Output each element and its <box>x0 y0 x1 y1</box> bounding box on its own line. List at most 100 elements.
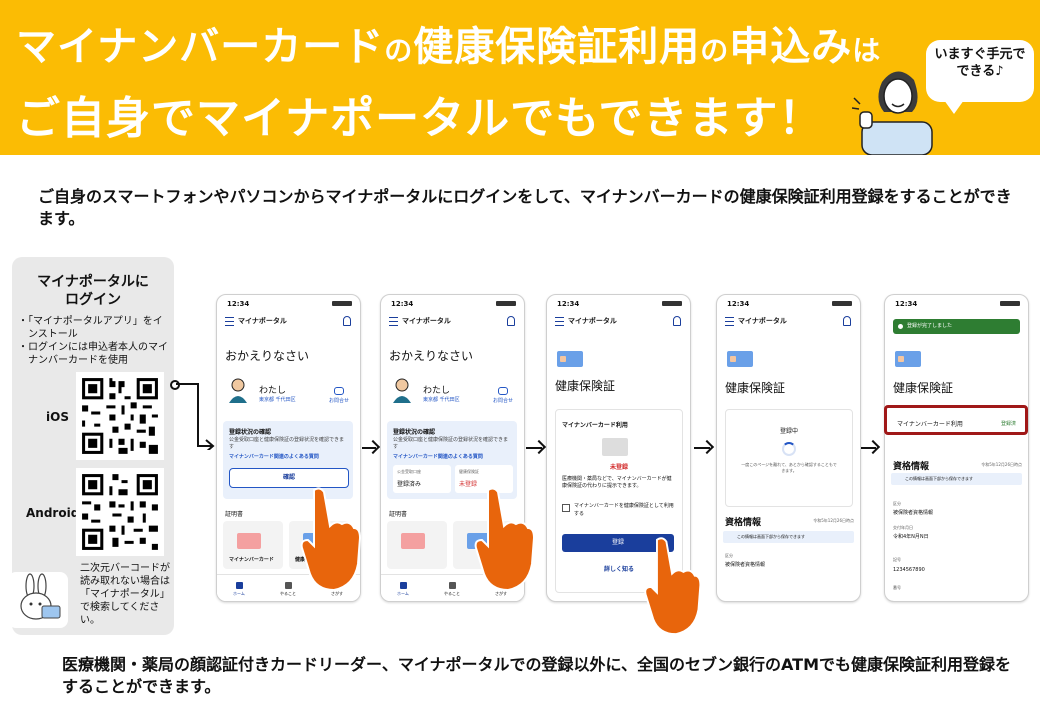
status-title: 登録状況の確認 <box>229 429 272 436</box>
ios-label: iOS <box>46 410 69 424</box>
field-value: 1234567890 <box>893 567 925 573</box>
status-time: 12:34 <box>895 300 918 308</box>
field-value: 令和4年N月N日 <box>893 534 929 540</box>
card-image <box>237 533 261 549</box>
faq-link[interactable]: マイナンバーカード関連のよくある質問 <box>393 453 483 460</box>
tap-hand-icon <box>644 537 702 636</box>
note-item: ・「マイナポータルアプリ」をインストール <box>18 316 163 340</box>
info-note: この情報は画面下部から保存できます <box>891 473 1022 485</box>
field-label: 区分 <box>893 501 901 506</box>
contact-link[interactable]: お問合せ <box>326 387 352 404</box>
wait-text: 一度このページを離れて、あとから確認することもできます。 <box>741 462 837 473</box>
info-note: この情報は画面下部から保存できます <box>723 531 854 543</box>
app-header: マイナポータル <box>547 311 690 331</box>
woman-illustration <box>852 71 933 155</box>
menu-icon[interactable] <box>725 317 734 326</box>
ios-qr-code[interactable] <box>76 372 164 460</box>
avatar <box>393 378 411 403</box>
tap-hand-icon <box>474 487 536 592</box>
signal-icon <box>832 301 852 306</box>
bell-icon[interactable] <box>343 316 351 326</box>
user-name: わたし <box>423 386 451 396</box>
qr-fallback-note: 二次元バーコードが読み取れない場合は「マイナポータル」で検索してください。 <box>80 563 170 626</box>
welcome-text: おかえりなさい <box>225 349 310 363</box>
login-notes: ・「マイナポータルアプリ」をインストール ・ログインには申込者本人のマイナンバー… <box>18 315 172 367</box>
card-image <box>401 533 425 549</box>
arrow-icon <box>694 447 710 449</box>
app-title: マイナポータル <box>568 317 617 325</box>
description: 医療機関・薬局などで、マイナンバーカードが健康保険証の代わりに提示できます。 <box>562 476 672 489</box>
mascot-icon <box>8 572 68 628</box>
page-title: 健康保険証 <box>725 381 786 395</box>
field-label: 区分 <box>725 553 733 558</box>
registering-text: 登録中 <box>779 428 798 435</box>
section-title: 資格情報 <box>893 462 930 472</box>
status-text: 公金受取口座と健康保険証の登録状況を確認できます <box>393 437 509 450</box>
section-date: 令和5年12月26日時点 <box>813 518 854 523</box>
signal-icon <box>1000 301 1020 306</box>
android-label: Android <box>26 506 80 520</box>
status-cell-account[interactable]: 公金受取口座 登録済み <box>393 465 451 493</box>
bell-icon[interactable] <box>673 316 681 326</box>
contact-link[interactable]: お問合せ <box>490 387 516 404</box>
cert-card-mynumber[interactable]: マイナンバーカード <box>223 521 283 569</box>
phone-screen-complete: 12:34 登録が完了しました 健康保険証 マイナンバーカード利用 登録済 資格… <box>884 294 1029 602</box>
field-value: 被保険者資格情報 <box>893 510 934 516</box>
highlight-frame <box>884 405 1028 435</box>
signal-icon <box>332 301 352 306</box>
welcome-text: おかえりなさい <box>389 349 474 363</box>
cert-label: 証明書 <box>225 511 244 518</box>
status-title: 登録状況の確認 <box>393 429 436 436</box>
avatar <box>229 378 247 403</box>
nav-todo[interactable]: やること <box>432 582 472 597</box>
app-header: マイナポータル <box>717 311 860 331</box>
cell-value: 登録済み <box>397 481 422 488</box>
banner-headline-line2: ご自身でマイナポータルでもできます！ <box>16 93 824 144</box>
nav-home[interactable]: ホーム <box>219 582 259 597</box>
cell-label: 公金受取口座 <box>397 469 421 474</box>
confirm-button[interactable]: 確認 <box>229 468 349 488</box>
box-title: マイナンバーカード利用 <box>562 422 628 429</box>
faq-link[interactable]: マイナンバーカード関連のよくある質問 <box>229 453 319 460</box>
tap-hand-icon <box>300 487 362 592</box>
use-checkbox[interactable] <box>562 504 570 512</box>
insurance-card-icon <box>895 351 921 367</box>
menu-icon[interactable] <box>555 317 564 326</box>
card-image <box>602 438 628 456</box>
bell-icon[interactable] <box>843 316 851 326</box>
intro-text: ご自身のスマートフォンやパソコンからマイナポータルにログインをして、マイナンバー… <box>38 187 1012 228</box>
android-qr-code[interactable] <box>76 468 164 556</box>
field-value: 被保険者資格情報 <box>725 562 766 568</box>
insurance-card-icon <box>727 351 753 367</box>
login-panel-title: マイナポータルに ログイン <box>37 274 149 308</box>
status-time: 12:34 <box>391 300 414 308</box>
arrow-icon <box>362 447 376 449</box>
app-title: マイナポータル <box>738 317 787 325</box>
arrow-icon <box>860 447 876 449</box>
cell-label: 健康保険証 <box>459 469 479 474</box>
cert-card-mynumber[interactable] <box>387 521 447 569</box>
section-title: 資格情報 <box>725 518 762 528</box>
field-label: 記号 <box>893 557 901 562</box>
app-title: マイナポータル <box>238 317 287 325</box>
phone-screen-registering: 12:34 マイナポータル 健康保険証 登録中 一度このページを離れて、あとから… <box>716 294 861 602</box>
speech-bubble: いますぐ手元で できる♪ <box>926 40 1034 114</box>
footer-text: 医療機関・薬局の顔認証付きカードリーダー、マイナポータルでの登録以外に、全国のセ… <box>62 655 1012 696</box>
bell-icon[interactable] <box>507 316 515 326</box>
menu-icon[interactable] <box>389 317 398 326</box>
checkbox-label: マイナンバーカードを健康保険証として利用する <box>574 503 674 517</box>
status-time: 12:34 <box>557 300 580 308</box>
app-header: マイナポータル <box>217 311 360 331</box>
page-title: 健康保険証 <box>555 379 616 393</box>
insurance-card-icon <box>557 351 583 367</box>
nav-home[interactable]: ホーム <box>383 582 423 597</box>
menu-icon[interactable] <box>225 317 234 326</box>
field-label: 交付年月日 <box>893 525 913 530</box>
user-name: わたし <box>259 386 287 396</box>
registering-box: 登録中 一度このページを離れて、あとから確認することもできます。 <box>725 409 853 507</box>
user-address[interactable]: 東京都 千代田区 <box>259 396 296 403</box>
user-address[interactable]: 東京都 千代田区 <box>423 396 460 403</box>
note-item: ・ログインには申込者本人のマイナンバーカードを使用 <box>18 342 168 366</box>
spinner-icon <box>782 442 796 456</box>
cert-label: 証明書 <box>389 511 408 518</box>
